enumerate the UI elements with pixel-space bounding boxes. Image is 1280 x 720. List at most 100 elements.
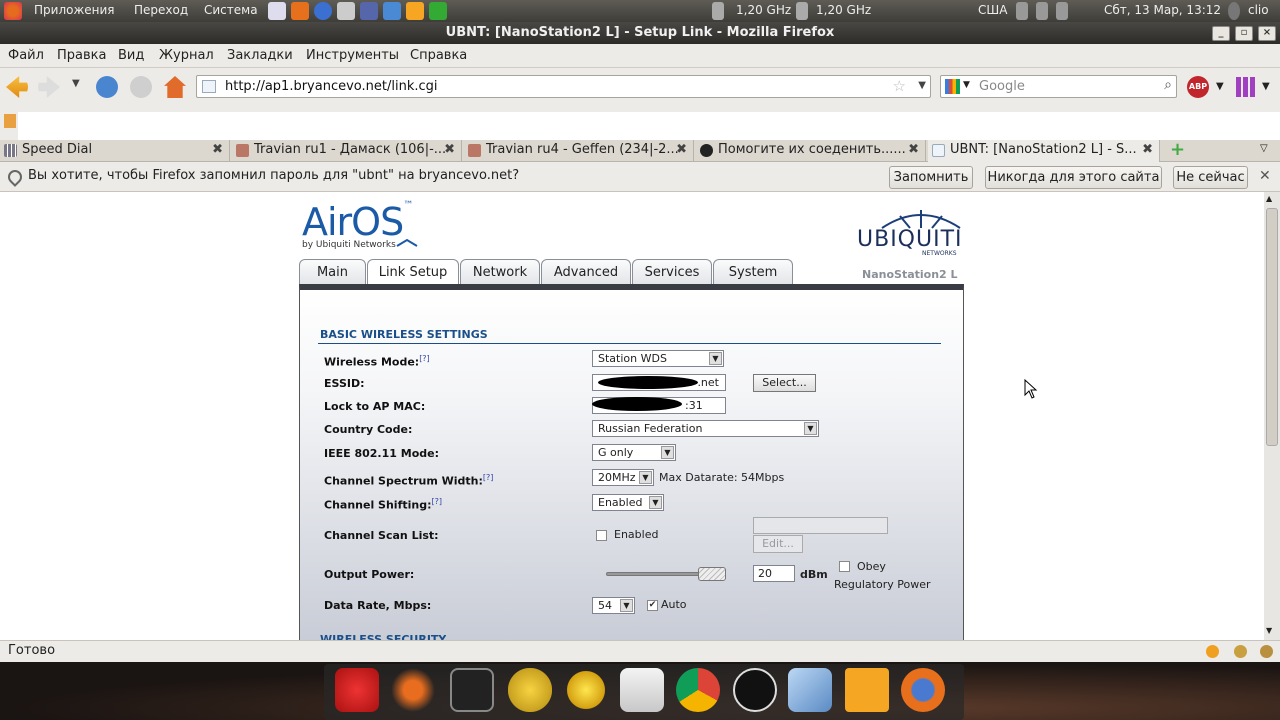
tab-list-dropdown-icon[interactable]: ▽ — [1260, 143, 1268, 154]
output-power-slider-handle[interactable] — [698, 567, 726, 581]
network-status-icon[interactable] — [1016, 2, 1028, 20]
tab-close-icon[interactable]: ✖ — [908, 140, 919, 160]
system-settings-icon[interactable] — [845, 668, 889, 712]
terminal-launcher-icon[interactable] — [337, 2, 355, 20]
scroll-down-icon[interactable]: ▼ — [1266, 626, 1272, 635]
network-icon[interactable] — [360, 2, 378, 20]
spectrum-width-select[interactable]: 20MHz ▼ — [592, 469, 654, 486]
output-power-input[interactable]: 20 — [753, 565, 795, 582]
data-rate-select[interactable]: 54 ▼ — [592, 597, 635, 614]
tab-forum[interactable]: Помогите их соеденить...... ✖ — [696, 140, 926, 162]
tab-travian-ru1[interactable]: Travian ru1 - Дамаск (106|-... ✖ — [232, 140, 462, 162]
menu-edit[interactable]: Правка — [57, 48, 106, 63]
status-icon[interactable] — [1234, 645, 1247, 658]
help-icon[interactable] — [314, 2, 332, 20]
maximize-icon[interactable]: ▫ — [1235, 26, 1253, 41]
tab-close-icon[interactable]: ✖ — [676, 140, 687, 160]
select-essid-button[interactable]: Select... — [753, 374, 816, 392]
status-icon[interactable] — [1260, 645, 1273, 658]
menu-applications[interactable]: Приложения — [34, 3, 115, 17]
close-icon[interactable]: × — [1258, 26, 1276, 41]
home-icon[interactable] — [164, 76, 186, 98]
search-icon[interactable]: ⌕ — [1164, 77, 1172, 93]
help-link[interactable]: [?] — [419, 354, 430, 363]
history-dropdown-icon[interactable]: ▼ — [72, 78, 80, 89]
bookmark-folder-icon[interactable] — [4, 114, 16, 128]
url-text[interactable]: http://ap1.bryancevo.net/link.cgi — [225, 79, 438, 94]
help-link[interactable]: [?] — [432, 497, 443, 506]
ubnt-tab-network[interactable]: Network — [460, 259, 540, 285]
star-icon[interactable] — [564, 668, 608, 712]
teapot-icon[interactable] — [508, 668, 552, 712]
url-dropdown-icon[interactable]: ▼ — [918, 80, 926, 91]
chrome-icon[interactable] — [676, 668, 720, 712]
adblock-dropdown-icon[interactable]: ▼ — [1216, 81, 1224, 92]
remember-password-button[interactable]: Запомнить — [889, 166, 973, 189]
ieee-mode-select[interactable]: G only ▼ — [592, 444, 676, 461]
ubnt-tab-advanced[interactable]: Advanced — [541, 259, 631, 285]
auto-rate-checkbox[interactable]: ✔ — [647, 600, 658, 611]
ubnt-tab-services[interactable]: Services — [632, 259, 712, 285]
google-engine-icon[interactable] — [945, 79, 960, 94]
wireless-mode-select[interactable]: Station WDS ▼ — [592, 350, 724, 367]
menu-file[interactable]: Файл — [8, 48, 44, 63]
new-tab-icon[interactable]: + — [1170, 141, 1186, 159]
amarok-icon[interactable] — [733, 668, 777, 712]
menu-history[interactable]: Журнал — [159, 48, 214, 63]
scrollbar-thumb[interactable] — [1266, 208, 1278, 446]
tab-speed-dial[interactable]: Speed Dial ✖ — [0, 140, 230, 162]
ubnt-tab-link-setup[interactable]: Link Setup — [367, 259, 459, 285]
never-remember-button[interactable]: Никогда для этого сайта — [985, 166, 1162, 189]
mail-client-icon[interactable] — [620, 668, 664, 712]
ubnt-tab-system[interactable]: System — [713, 259, 793, 285]
back-icon[interactable] — [6, 76, 28, 98]
notification-close-icon[interactable]: ✕ — [1259, 168, 1271, 184]
firefox-launcher-icon[interactable] — [291, 2, 309, 20]
tab-close-icon[interactable]: ✖ — [1142, 140, 1153, 160]
minimize-icon[interactable]: _ — [1212, 26, 1230, 41]
menu-help[interactable]: Справка — [410, 48, 467, 63]
menu-bookmarks[interactable]: Закладки — [227, 48, 293, 63]
channel-scan-checkbox[interactable] — [596, 530, 607, 541]
ubuntu-icon[interactable] — [391, 668, 435, 712]
checkmark-icon[interactable] — [429, 2, 447, 20]
help-link[interactable]: [?] — [483, 473, 494, 482]
search-placeholder[interactable]: Google — [979, 79, 1025, 94]
not-now-button[interactable]: Не сейчас — [1173, 166, 1248, 189]
menu-places[interactable]: Переход — [134, 3, 188, 17]
settings-icon[interactable] — [406, 2, 424, 20]
ubuntu-logo-icon[interactable] — [4, 2, 22, 20]
adblock-icon[interactable]: ABP — [1187, 76, 1209, 98]
shutdown-icon[interactable] — [335, 668, 379, 712]
firefox-icon[interactable] — [901, 668, 945, 712]
tab-close-icon[interactable]: ✖ — [212, 140, 223, 160]
keyboard-layout[interactable]: США — [978, 3, 1007, 17]
channel-shifting-select[interactable]: Enabled ▼ — [592, 494, 664, 511]
volume-icon[interactable] — [1056, 2, 1068, 20]
terminal-icon[interactable] — [450, 668, 494, 712]
clock[interactable]: Сбт, 13 Мар, 13:12 — [1104, 3, 1221, 17]
engine-dropdown-icon[interactable]: ▼ — [963, 80, 970, 90]
country-code-select[interactable]: Russian Federation ▼ — [592, 420, 819, 437]
ubnt-tab-main[interactable]: Main — [299, 259, 366, 285]
menu-view[interactable]: Вид — [118, 48, 144, 63]
user-icon[interactable] — [1228, 2, 1240, 20]
tab-travian-ru4[interactable]: Travian ru4 - Geffen (234|-2... ✖ — [464, 140, 694, 162]
search-bar[interactable]: ▼ Google ⌕ — [940, 75, 1177, 98]
username[interactable]: clio — [1248, 3, 1269, 17]
tab-ubnt[interactable]: UBNT: [NanoStation2 L] - S... ✖ — [928, 140, 1160, 162]
menu-system[interactable]: Система — [204, 3, 258, 17]
obey-regulatory-checkbox[interactable] — [839, 561, 850, 572]
launcher-icon[interactable] — [268, 2, 286, 20]
menu-tools[interactable]: Инструменты — [306, 48, 399, 63]
forward-icon[interactable] — [38, 76, 60, 98]
scroll-up-icon[interactable]: ▲ — [1266, 194, 1272, 203]
mail-icon[interactable] — [1036, 2, 1048, 20]
bookmark-star-icon[interactable]: ☆ — [893, 77, 906, 95]
virtualbox-icon[interactable] — [788, 668, 832, 712]
grid-dropdown-icon[interactable]: ▼ — [1262, 81, 1270, 92]
url-bar[interactable]: http://ap1.bryancevo.net/link.cgi ☆ ▼ — [196, 75, 931, 98]
status-icon[interactable] — [1206, 645, 1219, 658]
speed-dial-grid-icon[interactable] — [1236, 77, 1256, 97]
reload-icon[interactable] — [96, 76, 118, 98]
